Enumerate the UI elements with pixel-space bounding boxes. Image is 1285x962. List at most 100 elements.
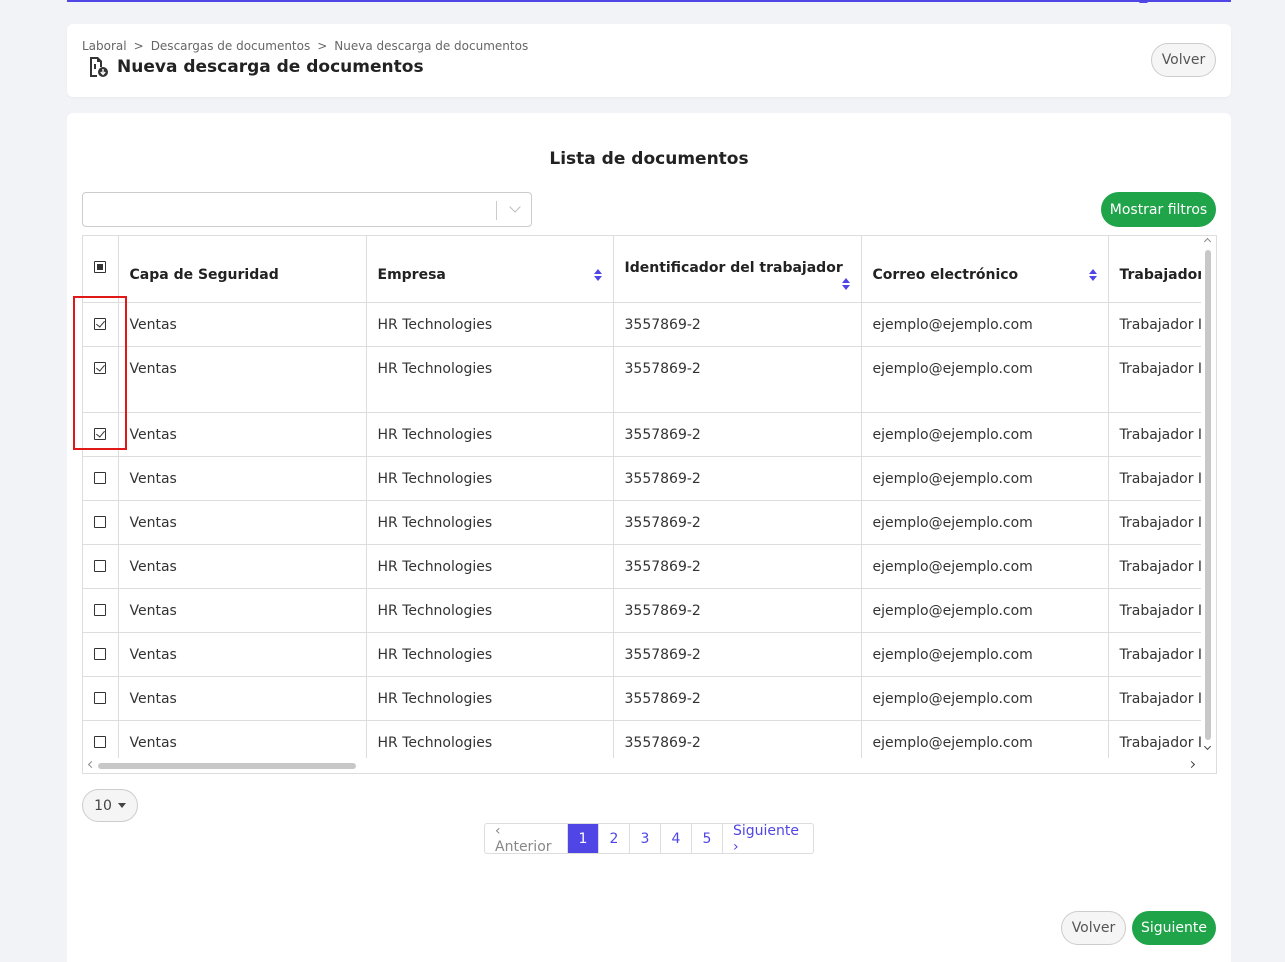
table-cell: ejemplo@ejemplo.com: [861, 588, 1109, 633]
table-cell: 3557869-2: [613, 412, 862, 457]
table-cell: HR Technologies: [366, 500, 614, 545]
table-cell: HR Technologies: [366, 456, 614, 501]
pagination-page[interactable]: 2: [599, 824, 630, 853]
horizontal-scroll-thumb[interactable]: [98, 763, 356, 769]
footer-back-button[interactable]: Volver: [1061, 911, 1126, 945]
column-header-empresa[interactable]: Empresa: [366, 236, 614, 303]
table-cell: 3557869-2: [613, 302, 862, 347]
column-header-identificador[interactable]: Identificador del trabajador: [613, 236, 862, 303]
row-checkbox[interactable]: [94, 317, 107, 330]
documents-table-container: Capa de Seguridad Empresa Identificador …: [82, 235, 1217, 774]
scroll-left-icon[interactable]: [87, 760, 96, 769]
table-cell: HR Technologies: [366, 302, 614, 347]
list-title: Lista de documentos: [549, 149, 749, 169]
per-page-value: 10: [94, 797, 112, 814]
select-all-cell: [83, 236, 119, 303]
row-checkbox[interactable]: [94, 427, 107, 440]
select-all-checkbox[interactable]: [94, 260, 107, 273]
table-row[interactable]: Ventas HR Technologies 3557869-2 ejemplo@ej…: [83, 632, 1216, 677]
pagination-page[interactable]: 1: [568, 824, 599, 853]
column-header-correo[interactable]: Correo electrónico: [861, 236, 1109, 303]
row-checkbox[interactable]: [94, 735, 107, 748]
breadcrumb: Laboral > Descargas de documentos > Nuev…: [82, 39, 528, 53]
breadcrumb-item-laboral[interactable]: Laboral: [82, 39, 127, 53]
row-checkbox[interactable]: [94, 361, 107, 374]
column-label: Empresa: [377, 266, 446, 283]
row-checkbox[interactable]: [94, 691, 107, 704]
column-label: Correo electrónico: [872, 266, 1019, 283]
column-header-capa: Capa de Seguridad: [118, 236, 367, 303]
scroll-down-icon[interactable]: [1203, 742, 1212, 751]
sort-icon[interactable]: [841, 277, 850, 290]
next-button[interactable]: Siguiente: [1132, 911, 1216, 945]
table-cell: HR Technologies: [366, 412, 614, 457]
pagination-next[interactable]: Siguiente ›: [723, 824, 813, 853]
row-checkbox[interactable]: [94, 647, 107, 660]
table-cell: Ventas: [118, 500, 367, 545]
row-select-cell: [83, 588, 119, 633]
table-row[interactable]: Ventas HR Technologies 3557869-2 ejemplo@ej…: [83, 588, 1216, 633]
column-label: Capa de Seguridad: [129, 266, 279, 283]
page-title-text: Nueva descarga de documentos: [117, 57, 424, 77]
sort-icon[interactable]: [593, 268, 602, 281]
vertical-scrollbar[interactable]: [1201, 236, 1216, 760]
table-cell: Ventas: [118, 676, 367, 721]
pagination-prev[interactable]: ‹ Anterior: [485, 824, 568, 853]
row-checkbox[interactable]: [94, 603, 107, 616]
row-select-cell: [83, 412, 119, 457]
pagination-page[interactable]: 3: [630, 824, 661, 853]
back-button[interactable]: Volver: [1151, 43, 1216, 77]
table-row[interactable]: Ventas HR Technologies 3557869-2 ejemplo@ej…: [83, 544, 1216, 589]
scroll-right-icon[interactable]: [1187, 760, 1196, 769]
sort-icon[interactable]: [1088, 268, 1097, 281]
table-row[interactable]: Ventas HR Technologies 3557869-2 ejemplo@ej…: [83, 412, 1216, 457]
breadcrumb-item-descargas[interactable]: Descargas de documentos: [151, 39, 311, 53]
table-cell: Ventas: [118, 632, 367, 677]
table-cell: Ventas: [118, 302, 367, 347]
table-cell: Ventas: [118, 456, 367, 501]
page-title: Nueva descarga de documentos: [87, 56, 424, 78]
table-row[interactable]: Ventas HR Technologies 3557869-2 ejemplo@ej…: [83, 346, 1216, 413]
table-cell: ejemplo@ejemplo.com: [861, 544, 1109, 589]
top-accent-line: [67, 0, 1231, 2]
table-cell: ejemplo@ejemplo.com: [861, 500, 1109, 545]
vertical-scroll-thumb[interactable]: [1205, 250, 1211, 740]
table-cell: 3557869-2: [613, 500, 862, 545]
horizontal-scrollbar[interactable]: [83, 758, 1216, 773]
caret-down-icon: [117, 803, 126, 808]
pagination-page[interactable]: 4: [661, 824, 692, 853]
documents-table: Capa de Seguridad Empresa Identificador …: [83, 236, 1216, 765]
breadcrumb-item-current: Nueva descarga de documentos: [334, 39, 529, 53]
table-cell: ejemplo@ejemplo.com: [861, 346, 1109, 413]
pagination-page[interactable]: 5: [692, 824, 723, 853]
table-cell: ejemplo@ejemplo.com: [861, 632, 1109, 677]
table-row[interactable]: Ventas HR Technologies 3557869-2 ejemplo@ej…: [83, 676, 1216, 721]
pagination: ‹ Anterior 1 2 3 4 5 Siguiente ›: [484, 823, 814, 854]
row-select-cell: [83, 544, 119, 589]
per-page-dropdown[interactable]: 10: [82, 789, 138, 822]
row-checkbox[interactable]: [94, 515, 107, 528]
table-row[interactable]: Ventas HR Technologies 3557869-2 ejemplo@ej…: [83, 302, 1216, 347]
table-header-row: Capa de Seguridad Empresa Identificador …: [83, 236, 1216, 303]
row-select-cell: [83, 456, 119, 501]
table-cell: ejemplo@ejemplo.com: [861, 412, 1109, 457]
table-cell: 3557869-2: [613, 456, 862, 501]
scroll-up-icon[interactable]: [1203, 237, 1212, 246]
table-row[interactable]: Ventas HR Technologies 3557869-2 ejemplo@ej…: [83, 500, 1216, 545]
show-filters-button[interactable]: Mostrar filtros: [1101, 192, 1216, 227]
table-cell: ejemplo@ejemplo.com: [861, 456, 1109, 501]
table-cell: 3557869-2: [613, 632, 862, 677]
search-select[interactable]: [82, 192, 532, 227]
table-cell: 3557869-2: [613, 544, 862, 589]
row-select-cell: [83, 676, 119, 721]
table-cell: 3557869-2: [613, 676, 862, 721]
chevron-down-icon[interactable]: [509, 201, 521, 213]
row-checkbox[interactable]: [94, 559, 107, 572]
table-cell: HR Technologies: [366, 632, 614, 677]
table-row[interactable]: Ventas HR Technologies 3557869-2 ejemplo@ej…: [83, 456, 1216, 501]
table-cell: Ventas: [118, 346, 367, 413]
row-select-cell: [83, 500, 119, 545]
column-label: Trabajador: [1119, 266, 1205, 283]
row-checkbox[interactable]: [94, 471, 107, 484]
row-select-cell: [83, 302, 119, 347]
